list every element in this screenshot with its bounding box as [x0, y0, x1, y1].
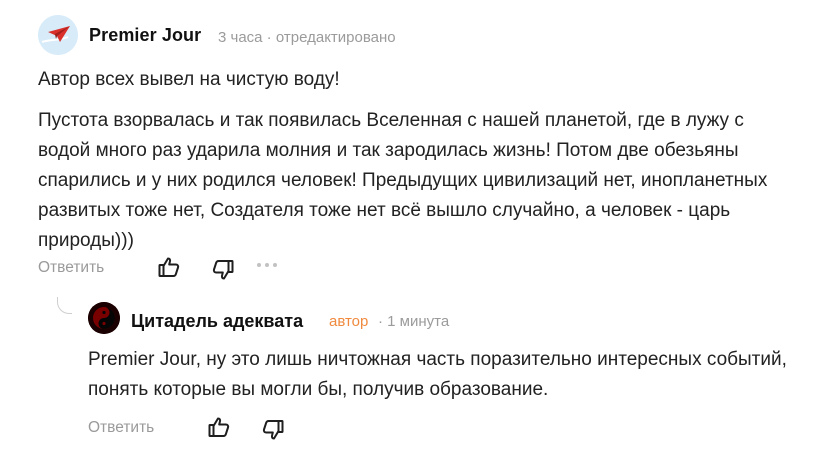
thumbs-up-icon[interactable]	[157, 255, 181, 279]
author-badge: автор	[329, 313, 369, 330]
thumbs-down-icon[interactable]	[261, 418, 285, 442]
reply-body: Premier Jour, ну это лишь ничтожная част…	[88, 349, 787, 400]
comment-body: Автор всех вывел на чистую воду! Пустота…	[38, 65, 798, 256]
paper-plane-icon	[38, 15, 78, 55]
comment-paragraph: Автор всех вывел на чистую воду!	[38, 69, 340, 90]
edited-label: отредактировано	[275, 29, 396, 46]
reply-author[interactable]: Цитадель адеквата	[131, 311, 303, 332]
avatar[interactable]	[88, 302, 120, 334]
thumbs-down-icon[interactable]	[211, 258, 235, 282]
comment-author[interactable]: Premier Jour	[89, 25, 201, 46]
avatar[interactable]	[38, 15, 78, 55]
thread-connector	[57, 297, 72, 314]
yin-yang-icon	[88, 302, 120, 334]
comment-time: 3 часа	[218, 29, 263, 46]
comment-meta: 3 часа · отредактировано	[218, 29, 396, 46]
thumbs-up-icon[interactable]	[207, 415, 231, 439]
reply-meta: · 1 минута	[378, 313, 450, 330]
reply-time: 1 минута	[387, 313, 450, 330]
comment-paragraph: Пустота взорвалась и так появилась Вселе…	[38, 110, 768, 251]
reply-button[interactable]: Ответить	[38, 259, 104, 277]
reply-button[interactable]: Ответить	[88, 419, 154, 437]
more-dots-icon[interactable]	[257, 261, 277, 271]
